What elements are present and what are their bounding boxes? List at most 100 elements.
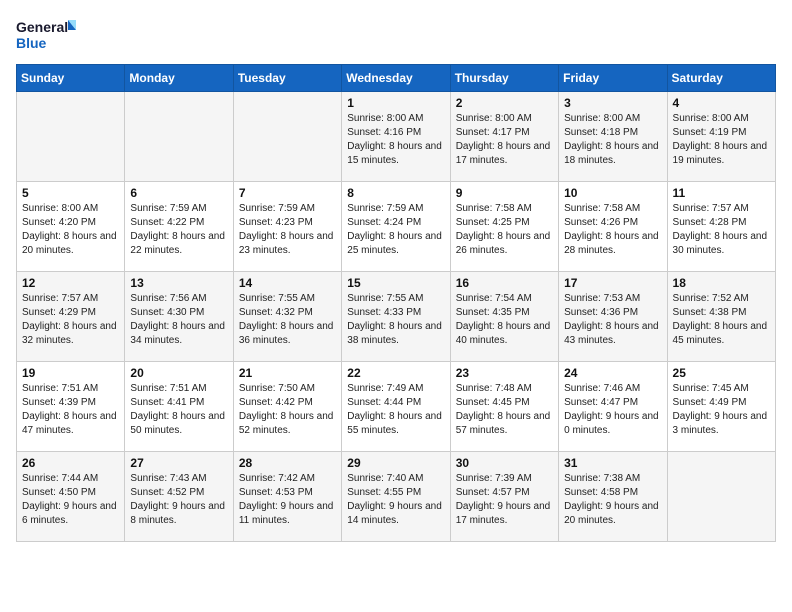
day-info: Sunrise: 7:50 AM Sunset: 4:42 PM Dayligh… (239, 382, 336, 438)
day-number: 16 (456, 276, 553, 290)
day-number: 30 (456, 456, 553, 470)
day-info: Sunrise: 7:48 AM Sunset: 4:45 PM Dayligh… (456, 382, 553, 438)
calendar-cell: 16 Sunrise: 7:54 AM Sunset: 4:35 PM Dayli… (450, 272, 558, 362)
day-number: 8 (347, 186, 444, 200)
calendar-cell: 5 Sunrise: 8:00 AM Sunset: 4:20 PM Daylig… (17, 182, 125, 272)
day-number: 25 (673, 366, 770, 380)
day-info: Sunrise: 7:38 AM Sunset: 4:58 PM Dayligh… (564, 472, 661, 528)
day-number: 21 (239, 366, 336, 380)
calendar-cell: 21 Sunrise: 7:50 AM Sunset: 4:42 PM Dayli… (233, 362, 341, 452)
calendar-cell: 20 Sunrise: 7:51 AM Sunset: 4:41 PM Dayli… (125, 362, 233, 452)
weekday-header-tuesday: Tuesday (233, 65, 341, 92)
calendar-cell: 30 Sunrise: 7:39 AM Sunset: 4:57 PM Dayli… (450, 452, 558, 542)
calendar-cell: 8 Sunrise: 7:59 AM Sunset: 4:24 PM Daylig… (342, 182, 450, 272)
day-info: Sunrise: 7:57 AM Sunset: 4:29 PM Dayligh… (22, 292, 119, 348)
calendar-cell: 19Sunrise: 7:51 AM Sunset: 4:39 PM Dayli… (17, 362, 125, 452)
day-info: Sunrise: 7:39 AM Sunset: 4:57 PM Dayligh… (456, 472, 553, 528)
day-number: 2 (456, 96, 553, 110)
weekday-header-monday: Monday (125, 65, 233, 92)
day-info: Sunrise: 7:56 AM Sunset: 4:30 PM Dayligh… (130, 292, 227, 348)
calendar-week-3: 12 Sunrise: 7:57 AM Sunset: 4:29 PM Dayli… (17, 272, 776, 362)
calendar-cell: 29 Sunrise: 7:40 AM Sunset: 4:55 PM Dayli… (342, 452, 450, 542)
calendar-cell: 10 Sunrise: 7:58 AM Sunset: 4:26 PM Dayli… (559, 182, 667, 272)
svg-text:Blue: Blue (16, 35, 47, 51)
calendar-cell: 31 Sunrise: 7:38 AM Sunset: 4:58 PM Dayli… (559, 452, 667, 542)
calendar-cell: 22 Sunrise: 7:49 AM Sunset: 4:44 PM Dayli… (342, 362, 450, 452)
calendar-cell: 12 Sunrise: 7:57 AM Sunset: 4:29 PM Dayli… (17, 272, 125, 362)
calendar-cell: 13Sunrise: 7:56 AM Sunset: 4:30 PM Dayli… (125, 272, 233, 362)
day-info: Sunrise: 7:59 AM Sunset: 4:23 PM Dayligh… (239, 202, 336, 258)
day-info: Sunrise: 7:49 AM Sunset: 4:44 PM Dayligh… (347, 382, 444, 438)
calendar-cell: 24 Sunrise: 7:46 AM Sunset: 4:47 PM Dayli… (559, 362, 667, 452)
calendar-week-1: 1Sunrise: 8:00 AM Sunset: 4:16 PM Daylig… (17, 92, 776, 182)
calendar-cell: 25 Sunrise: 7:45 AM Sunset: 4:49 PM Dayli… (667, 362, 775, 452)
day-info: Sunrise: 7:51 AM Sunset: 4:41 PM Dayligh… (130, 382, 227, 438)
day-info: Sunrise: 8:00 AM Sunset: 4:18 PM Dayligh… (564, 112, 661, 168)
day-number: 9 (456, 186, 553, 200)
calendar-table: SundayMondayTuesdayWednesdayThursdayFrid… (16, 64, 776, 542)
day-info: Sunrise: 7:58 AM Sunset: 4:26 PM Dayligh… (564, 202, 661, 258)
calendar-cell (233, 92, 341, 182)
calendar-week-4: 19Sunrise: 7:51 AM Sunset: 4:39 PM Dayli… (17, 362, 776, 452)
day-number: 5 (22, 186, 119, 200)
weekday-header-sunday: Sunday (17, 65, 125, 92)
day-number: 23 (456, 366, 553, 380)
day-info: Sunrise: 7:55 AM Sunset: 4:32 PM Dayligh… (239, 292, 336, 348)
day-number: 6 (130, 186, 227, 200)
weekday-header-friday: Friday (559, 65, 667, 92)
day-number: 17 (564, 276, 661, 290)
day-number: 22 (347, 366, 444, 380)
calendar-cell: 14 Sunrise: 7:55 AM Sunset: 4:32 PM Dayli… (233, 272, 341, 362)
day-info: Sunrise: 7:44 AM Sunset: 4:50 PM Dayligh… (22, 472, 119, 528)
calendar-cell: 17 Sunrise: 7:53 AM Sunset: 4:36 PM Dayli… (559, 272, 667, 362)
day-number: 14 (239, 276, 336, 290)
day-number: 4 (673, 96, 770, 110)
calendar-cell (667, 452, 775, 542)
day-info: Sunrise: 8:00 AM Sunset: 4:19 PM Dayligh… (673, 112, 770, 168)
day-info: Sunrise: 7:40 AM Sunset: 4:55 PM Dayligh… (347, 472, 444, 528)
calendar-cell: 28 Sunrise: 7:42 AM Sunset: 4:53 PM Dayli… (233, 452, 341, 542)
day-info: Sunrise: 7:58 AM Sunset: 4:25 PM Dayligh… (456, 202, 553, 258)
calendar-week-5: 26 Sunrise: 7:44 AM Sunset: 4:50 PM Dayli… (17, 452, 776, 542)
day-number: 12 (22, 276, 119, 290)
day-number: 10 (564, 186, 661, 200)
svg-text:General: General (16, 19, 68, 35)
day-info: Sunrise: 7:46 AM Sunset: 4:47 PM Dayligh… (564, 382, 661, 438)
day-info: Sunrise: 7:42 AM Sunset: 4:53 PM Dayligh… (239, 472, 336, 528)
calendar-cell: 26 Sunrise: 7:44 AM Sunset: 4:50 PM Dayli… (17, 452, 125, 542)
day-info: Sunrise: 7:59 AM Sunset: 4:24 PM Dayligh… (347, 202, 444, 258)
day-number: 26 (22, 456, 119, 470)
calendar-cell (125, 92, 233, 182)
day-number: 20 (130, 366, 227, 380)
calendar-week-2: 5 Sunrise: 8:00 AM Sunset: 4:20 PM Daylig… (17, 182, 776, 272)
day-info: Sunrise: 7:55 AM Sunset: 4:33 PM Dayligh… (347, 292, 444, 348)
calendar-cell: 11Sunrise: 7:57 AM Sunset: 4:28 PM Dayli… (667, 182, 775, 272)
calendar-cell: 7 Sunrise: 7:59 AM Sunset: 4:23 PM Daylig… (233, 182, 341, 272)
day-number: 29 (347, 456, 444, 470)
weekday-header-wednesday: Wednesday (342, 65, 450, 92)
page-header: General Blue (16, 16, 776, 54)
logo: General Blue (16, 16, 76, 54)
calendar-cell: 3Sunrise: 8:00 AM Sunset: 4:18 PM Daylig… (559, 92, 667, 182)
calendar-cell: 23 Sunrise: 7:48 AM Sunset: 4:45 PM Dayli… (450, 362, 558, 452)
day-number: 28 (239, 456, 336, 470)
day-info: Sunrise: 7:45 AM Sunset: 4:49 PM Dayligh… (673, 382, 770, 438)
day-number: 7 (239, 186, 336, 200)
day-number: 24 (564, 366, 661, 380)
weekday-header-thursday: Thursday (450, 65, 558, 92)
calendar-cell: 6 Sunrise: 7:59 AM Sunset: 4:22 PM Daylig… (125, 182, 233, 272)
day-number: 31 (564, 456, 661, 470)
day-info: Sunrise: 8:00 AM Sunset: 4:16 PM Dayligh… (347, 112, 444, 168)
day-info: Sunrise: 7:53 AM Sunset: 4:36 PM Dayligh… (564, 292, 661, 348)
day-info: Sunrise: 7:43 AM Sunset: 4:52 PM Dayligh… (130, 472, 227, 528)
day-info: Sunrise: 8:00 AM Sunset: 4:20 PM Dayligh… (22, 202, 119, 258)
weekday-header-saturday: Saturday (667, 65, 775, 92)
day-info: Sunrise: 7:54 AM Sunset: 4:35 PM Dayligh… (456, 292, 553, 348)
day-number: 27 (130, 456, 227, 470)
calendar-cell: 1Sunrise: 8:00 AM Sunset: 4:16 PM Daylig… (342, 92, 450, 182)
weekday-header-row: SundayMondayTuesdayWednesdayThursdayFrid… (17, 65, 776, 92)
calendar-cell: 9 Sunrise: 7:58 AM Sunset: 4:25 PM Daylig… (450, 182, 558, 272)
day-info: Sunrise: 8:00 AM Sunset: 4:17 PM Dayligh… (456, 112, 553, 168)
day-number: 11 (673, 186, 770, 200)
day-info: Sunrise: 7:59 AM Sunset: 4:22 PM Dayligh… (130, 202, 227, 258)
